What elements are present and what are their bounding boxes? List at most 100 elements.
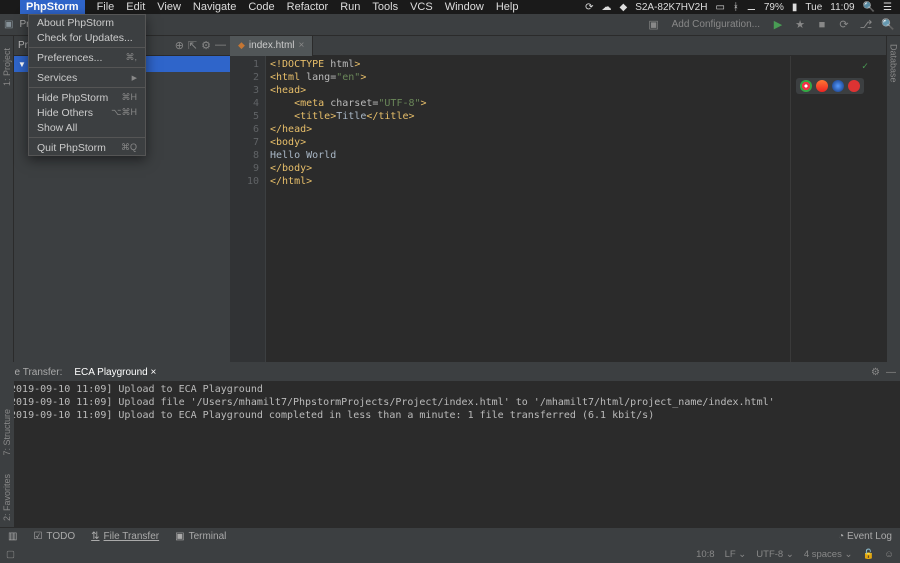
spotlight-icon[interactable]: 🔍 [863,2,875,13]
statusbar: ▢ 10:8 LF ⌄ UTF-8 ⌄ 4 spaces ⌄ 🔓 ☺ [0,545,900,563]
left-gutter-bottom: 7: Structure 2: Favorites [0,362,14,527]
menu-file[interactable]: File [97,1,115,13]
add-configuration[interactable]: Add Configuration... [668,19,764,30]
check-icon: ☑ [33,531,42,542]
locate-icon[interactable]: ⊕ [175,39,184,52]
folder-icon: ▣ [4,19,13,30]
menu-separator [29,87,145,88]
menu-separator [29,67,145,68]
docker-icon[interactable]: ◆ [619,2,627,13]
close-icon[interactable]: × [151,367,157,378]
safari-icon[interactable] [832,80,844,92]
menu-hide[interactable]: Hide PhpStorm⌘H [29,90,145,105]
right-margin-guide [790,56,791,362]
menu-quit[interactable]: Quit PhpStorm⌘Q [29,140,145,155]
menu-preferences[interactable]: Preferences...⌘, [29,50,145,65]
tool-log[interactable]: [2019-09-10 11:09] Upload to ECA Playgro… [0,381,900,527]
file-transfer-panel: File Transfer: ECA Playground × ⚙ — [201… [0,362,900,527]
inspect-icon[interactable]: ☺ [884,549,894,560]
inspection-ok-icon[interactable]: ✓ [862,60,868,73]
menu-view[interactable]: View [157,1,181,13]
bluetooth-icon[interactable]: ᚼ [733,2,739,13]
project-tool-button[interactable]: 1: Project [2,48,12,86]
indent[interactable]: 4 spaces ⌄ [804,549,853,560]
caret-position[interactable]: 10:8 [696,549,715,560]
menu-separator [29,47,145,48]
menu-tools[interactable]: Tools [372,1,398,13]
menu-help[interactable]: Help [496,1,519,13]
file-transfer-tab[interactable]: ⇅File Transfer [83,531,167,542]
hide-icon[interactable]: — [215,39,226,52]
todo-tab[interactable]: ☑TODO [25,531,83,542]
firefox-icon[interactable] [816,80,828,92]
database-tool-button[interactable]: Database [889,44,899,83]
stop-icon[interactable]: ■ [814,17,830,33]
statusbar-icon[interactable]: ▢ [6,549,15,560]
macos-menubar: PhpStorm File Edit View Navigate Code Re… [0,0,900,14]
menu-window[interactable]: Window [445,1,484,13]
structure-tool-button[interactable]: 7: Structure [2,409,12,456]
html-file-icon: ◆ [238,40,245,51]
line-gutter: 12345678910 [230,56,266,362]
control-center-icon[interactable]: ☰ [883,2,892,13]
menu-vcs[interactable]: VCS [410,1,433,13]
editor-area: ◆ index.html × 12345678910 <!DOCTYPE htm… [230,36,886,362]
search-icon[interactable]: 🔍 [880,17,896,33]
event-log-tab[interactable]: ◔ Event Log [838,531,892,542]
menu-hide-others[interactable]: Hide Others⌥⌘H [29,105,145,120]
menu-services[interactable]: Services [29,70,145,85]
chrome-icon[interactable] [800,80,812,92]
wifi-icon[interactable]: ⚊ [747,2,756,13]
close-icon[interactable]: × [299,40,305,51]
code-content[interactable]: <!DOCTYPE html> <html lang="en"> <head> … [266,56,886,362]
tab-index-html[interactable]: ◆ index.html × [230,36,313,56]
menu-edit[interactable]: Edit [126,1,145,13]
code-editor[interactable]: 12345678910 <!DOCTYPE html> <html lang="… [230,56,886,362]
battery-percent: 79% [764,2,784,13]
favorites-tool-button[interactable]: 2: Favorites [2,474,12,521]
menu-show-all[interactable]: Show All [29,120,145,135]
app-menu[interactable]: PhpStorm [20,0,85,14]
menu-about[interactable]: About PhpStorm [29,15,145,30]
line-separator[interactable]: LF ⌄ [725,549,747,560]
terminal-icon: ▣ [175,531,184,542]
gear-icon[interactable]: ⚙ [871,367,880,378]
run-icon[interactable]: ▶ [770,17,786,33]
collapse-icon[interactable]: ⇱ [188,39,197,52]
clock-day: Tue [805,2,822,13]
browser-preview-icons [796,78,864,94]
transfer-icon: ⇅ [91,531,99,542]
menu-navigate[interactable]: Navigate [193,1,236,13]
hide-icon[interactable]: — [886,367,896,378]
settings-icon[interactable]: ⚙ [201,39,211,52]
phpstorm-app-menu: About PhpStorm Check for Updates... Pref… [28,14,146,156]
sync-icon[interactable]: ⟳ [585,2,593,13]
debug-icon[interactable]: ★ [792,17,808,33]
encoding[interactable]: UTF-8 ⌄ [756,549,794,560]
menu-code[interactable]: Code [248,1,274,13]
left-gutter: 1: Project [0,36,14,362]
cloud-icon[interactable]: ☁ [601,2,611,13]
editor-tabs: ◆ index.html × [230,36,886,56]
lock-icon[interactable]: 🔓 [862,549,874,560]
menu-refactor[interactable]: Refactor [287,1,329,13]
vcs-icon[interactable]: ⎇ [858,17,874,33]
menu-check-updates[interactable]: Check for Updates... [29,30,145,45]
opera-icon[interactable] [848,80,860,92]
tab-label: index.html [249,40,295,51]
terminal-tab[interactable]: ▣Terminal [167,531,234,542]
tool-panel-header: File Transfer: ECA Playground × ⚙ — [0,363,900,381]
bottom-tool-tabs: ▥ ☑TODO ⇅File Transfer ▣Terminal ◔ Event… [0,527,900,545]
menu-run[interactable]: Run [340,1,360,13]
expand-arrow-icon[interactable]: ▼ [18,60,28,69]
hostname: S2A-82K7HV2H [635,2,707,13]
display-icon[interactable]: ▭ [715,2,724,13]
build-icon[interactable]: ▣ [646,17,662,33]
tool-tab[interactable]: ECA Playground × [70,367,160,378]
update-icon[interactable]: ⟳ [836,17,852,33]
right-gutter: Database [886,36,900,362]
window-icon-button[interactable]: ▥ [0,531,25,542]
battery-icon[interactable]: ▮ [792,2,798,13]
clock-time: 11:09 [830,2,854,13]
status-tray: ⟳ ☁ ◆ S2A-82K7HV2H ▭ ᚼ ⚊ 79% ▮ Tue 11:09… [585,2,892,13]
